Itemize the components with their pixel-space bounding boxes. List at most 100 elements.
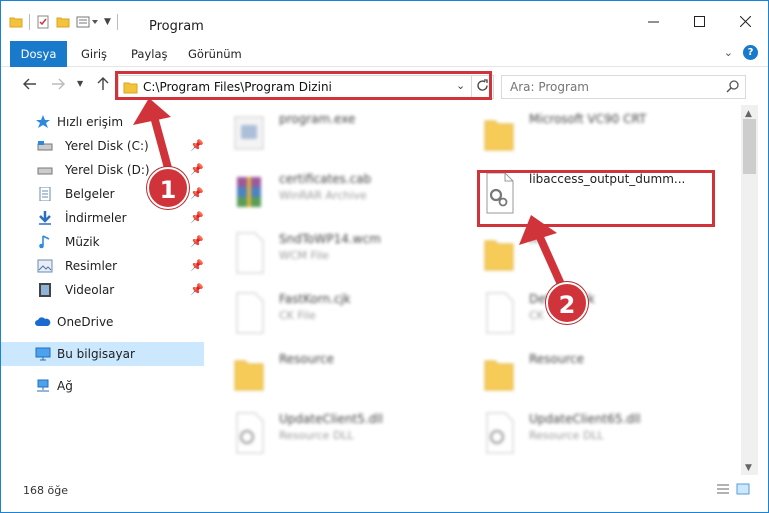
drive-icon [37,141,53,151]
file-type: CK [529,309,544,322]
file-item-vc90-crt[interactable]: Microsoft VC90 CRT [461,105,701,161]
file-name: Resource [279,352,335,366]
forward-button[interactable] [51,77,65,95]
tab-share[interactable]: Paylaş [131,41,168,67]
file-item-updateclient65[interactable]: UpdateClient65.dll Resource DLL [461,405,701,461]
videos-icon [39,283,51,297]
drive-icon [37,167,53,175]
document-icon [486,292,514,334]
document-icon [236,232,264,274]
file-item-resource-folder-2[interactable]: Resource [461,345,701,401]
details-view-icon[interactable] [716,483,730,495]
dll-gear-icon [236,412,264,454]
sidebar-item-label: OneDrive [57,315,114,329]
sidebar-item-label: Resimler [65,259,118,273]
vertical-scrollbar[interactable]: ▲ ▼ [741,105,758,475]
search-box[interactable] [501,75,746,99]
document-icon [236,292,264,334]
file-type: WCM File [279,249,329,262]
recent-locations-chevron-icon[interactable]: ▼ [77,79,83,88]
callout-badge-1: 1 [147,167,189,209]
file-name: Microsoft VC90 CRT [529,112,647,126]
sidebar-item-label: Yerel Disk (C:) [65,139,149,153]
up-button[interactable] [96,77,110,95]
folder-icon [484,360,514,391]
maximize-icon [693,15,705,27]
search-input[interactable] [510,79,720,95]
pin-icon[interactable]: 📌 [190,187,204,200]
maximize-button[interactable] [676,1,722,41]
file-item-updateclient5[interactable]: UpdateClient5.dll Resource DLL [211,405,451,461]
pin-icon[interactable]: 📌 [190,235,204,248]
arrow-left-icon [23,78,36,90]
sidebar-item-music[interactable]: Müzik 📌 [1,230,204,254]
sidebar-item-onedrive[interactable]: OneDrive [1,310,204,334]
file-item-resource-folder[interactable]: Resource [211,345,451,401]
expand-ribbon-icon[interactable]: ⌄ [724,46,733,59]
star-icon [36,115,50,128]
title-bar: ▼ Program [1,1,768,41]
sidebar-item-label: Videolar [65,283,115,297]
file-item-wcm[interactable]: SndToWP14.wcm WCM File [211,225,451,281]
window-title: Program [149,19,204,34]
documents-icon [39,187,51,201]
sidebar-item-network[interactable]: Ağ [1,374,204,398]
new-folder-icon[interactable] [56,15,70,29]
search-icon [726,80,739,93]
pin-icon[interactable]: 📌 [190,163,204,176]
file-item-certificates-cab[interactable]: certificates.cab WinRAR Archive [211,165,451,221]
folder-icon [234,360,264,391]
close-button[interactable] [722,1,768,41]
customize-toolbar-icon[interactable] [76,15,98,29]
pin-icon[interactable]: 📌 [190,139,204,152]
file-type: CK File [279,309,316,322]
dll-gear-icon [486,412,514,454]
arrow-up-icon [97,77,109,90]
file-item-fastkorn[interactable]: FastKorn.cjk CK File [211,285,451,341]
item-count: 168 öğe [23,484,68,497]
sidebar-item-label: Yerel Disk (D:) [65,163,150,177]
tab-home[interactable]: Giriş [81,41,107,67]
sidebar-item-videos[interactable]: Videolar 📌 [1,278,204,302]
file-item-folder-r[interactable]: R [461,225,701,281]
file-name: Resource [529,352,585,366]
sidebar-item-pictures[interactable]: Resimler 📌 [1,254,204,278]
file-name: UpdateClient5.dll [279,412,383,426]
network-icon [37,379,49,392]
toolbar-divider [116,14,118,30]
scroll-down-icon[interactable]: ▼ [745,463,752,473]
pin-icon[interactable]: 📌 [190,283,204,296]
back-button[interactable] [23,77,37,95]
sidebar-item-drive-c[interactable]: Yerel Disk (C:) 📌 [1,134,204,158]
file-name: FastKorn.cjk [279,292,351,306]
file-item-program-exe[interactable]: program.exe [211,105,451,161]
downloads-icon [39,211,51,225]
file-list: program.exe certificates.cab WinRAR Arch… [211,105,741,475]
ribbon-tabs: Dosya Giriş Paylaş Görünüm ⌄ ? [1,41,768,97]
large-icons-view-icon[interactable] [736,483,750,495]
computer-icon [35,347,51,361]
minimize-button[interactable] [630,1,676,41]
sidebar-item-quick-access[interactable]: Hızlı erişim [1,110,204,134]
navigation-pane: Hızlı erişim Yerel Disk (C:) 📌 Yerel Dis… [1,105,206,475]
folder-icon [484,240,514,271]
pin-icon[interactable]: 📌 [190,259,204,272]
archive-icon [237,177,261,207]
tab-view[interactable]: Görünüm [188,41,242,67]
status-bar: 168 öğe [1,475,768,512]
scroll-up-icon[interactable]: ▲ [745,109,752,119]
scrollbar-thumb[interactable] [743,119,756,174]
quick-access-toolbar: ▼ [9,14,118,30]
pin-icon[interactable]: 📌 [190,211,204,224]
sidebar-item-this-pc[interactable]: Bu bilgisayar [1,342,204,366]
sidebar-item-downloads[interactable]: İndirmeler 📌 [1,206,204,230]
file-name: SndToWP14.wcm [279,232,381,246]
folder-icon [484,120,514,151]
sidebar-item-label: Belgeler [65,187,115,201]
address-highlight-box [115,71,492,100]
close-icon [739,15,751,27]
minimize-icon [647,21,659,22]
help-icon[interactable]: ? [743,45,758,60]
properties-icon[interactable] [36,15,50,29]
chevron-down-icon[interactable]: ▼ [104,17,111,27]
